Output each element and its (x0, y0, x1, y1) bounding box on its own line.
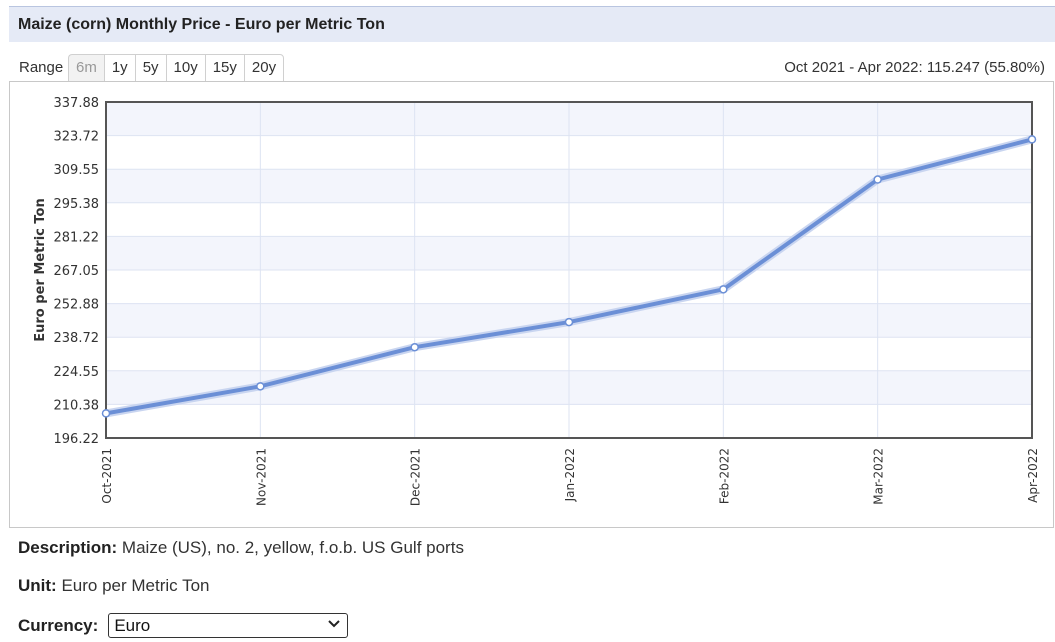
data-point (564, 317, 574, 327)
y-tick-label: 281.22 (54, 230, 100, 245)
unit-value: Euro per Metric Ton (61, 576, 210, 595)
range-button-1y[interactable]: 1y (103, 54, 135, 82)
y-tick-label: 295.38 (54, 197, 100, 212)
range-selector: Range 6m 1y 5y 10y 15y 20y Oct 2021 - Ap… (9, 54, 1055, 82)
y-tick-label: 210.38 (54, 398, 100, 413)
chart-title: Maize (corn) Monthly Price - Euro per Me… (18, 16, 385, 33)
data-point (101, 409, 111, 418)
currency-label: Currency: (18, 615, 99, 635)
x-tick-label: Oct-2021 (100, 448, 114, 504)
x-tick-label: Apr-2022 (1026, 448, 1040, 503)
description-row: Description: Maize (US), no. 2, yellow, … (18, 538, 464, 558)
range-button-20y[interactable]: 20y (243, 54, 285, 82)
chevron-down-icon (328, 620, 341, 628)
y-tick-label: 196.22 (54, 432, 100, 447)
y-tick-label: 267.05 (54, 264, 100, 279)
currency-selected-value: Euro (114, 616, 151, 635)
chart-container: 337.88 323.72 309.55 295.38 281.22 267.05 252.… (9, 81, 1054, 528)
range-button-5y[interactable]: 5y (134, 54, 166, 82)
description-value: Maize (US), no. 2, yellow, f.o.b. US Gul… (121, 538, 464, 557)
y-tick-label: 224.55 (54, 365, 100, 380)
x-tick-label: Dec-2021 (409, 448, 423, 506)
unit-label: Unit: (18, 576, 57, 595)
y-tick-label: 323.72 (54, 130, 100, 145)
price-line-chart: 337.88 323.72 309.55 295.38 281.22 267.05 252.… (33, 96, 1040, 506)
data-point (256, 382, 265, 391)
x-tick-label: Feb-2022 (717, 448, 731, 504)
x-tick-label: Mar-2022 (872, 448, 886, 505)
range-button-6m[interactable]: 6m (68, 54, 104, 82)
currency-row: Currency: Euro (18, 613, 349, 638)
range-summary: Oct 2021 - Apr 2022: 115.247 (55.80%) (784, 59, 1045, 76)
y-tick-label: 337.88 (54, 96, 100, 111)
unit-row: Unit: Euro per Metric Ton (18, 576, 209, 596)
range-button-15y[interactable]: 15y (204, 54, 244, 82)
range-label: Range (19, 59, 64, 76)
data-point (719, 285, 728, 294)
range-buttons: 6m 1y 5y 10y 15y 20y (68, 54, 285, 82)
x-tick-label: Jan-2022 (563, 448, 577, 502)
y-tick-label: 252.88 (54, 298, 100, 313)
y-axis-label: Euro per Metric Ton (33, 198, 48, 341)
y-tick-label: 309.55 (54, 163, 100, 178)
y-tick-label: 238.72 (54, 331, 100, 346)
x-tick-label: Nov-2021 (254, 448, 268, 506)
data-point (410, 342, 419, 352)
range-button-10y[interactable]: 10y (165, 54, 205, 82)
data-point (1027, 135, 1037, 144)
currency-select[interactable]: Euro (108, 613, 349, 638)
chart-title-bar: Maize (corn) Monthly Price - Euro per Me… (9, 6, 1055, 42)
description-label: Description: (18, 538, 118, 557)
data-point (873, 175, 882, 184)
